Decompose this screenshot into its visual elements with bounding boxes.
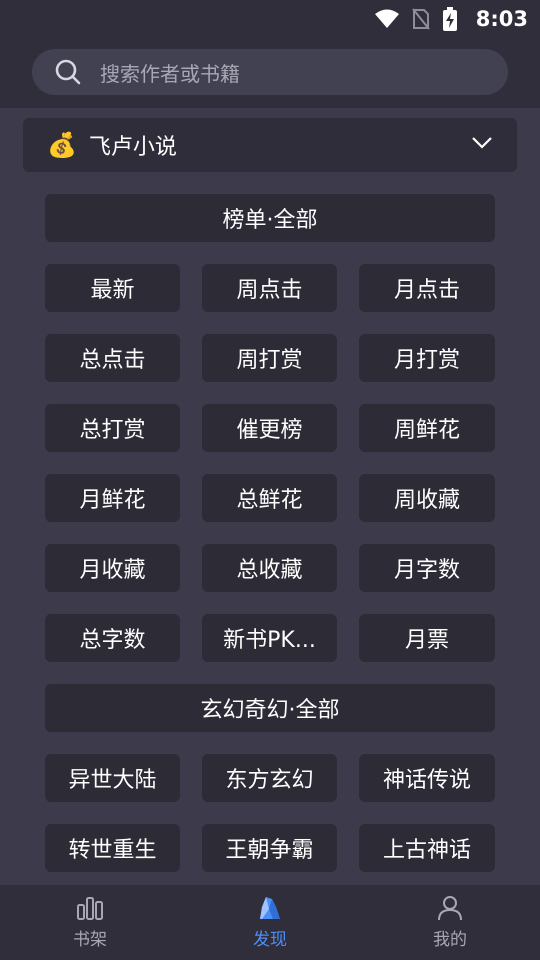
category-button[interactable]: 总打赏 bbox=[45, 404, 180, 452]
category-button[interactable]: 总收藏 bbox=[202, 544, 337, 592]
section-header-ranking[interactable]: 榜单·全部 bbox=[45, 194, 495, 242]
no-sim-icon bbox=[411, 8, 430, 30]
category-button[interactable]: 总字数 bbox=[45, 614, 180, 662]
category-button[interactable]: 新书PK... bbox=[202, 614, 337, 662]
category-button[interactable]: 月打赏 bbox=[359, 334, 495, 382]
nav-item-profile[interactable]: 我的 bbox=[360, 885, 540, 960]
category-button[interactable]: 最新 bbox=[45, 264, 180, 312]
header: 搜索作者或书籍 bbox=[0, 38, 540, 108]
category-button[interactable]: 总鲜花 bbox=[202, 474, 337, 522]
nav-item-discover[interactable]: 发现 bbox=[180, 885, 360, 960]
category-button[interactable]: 周收藏 bbox=[359, 474, 495, 522]
section-header-fantasy[interactable]: 玄幻奇幻·全部 bbox=[45, 684, 495, 732]
chevron-down-icon bbox=[472, 137, 492, 149]
category-button[interactable]: 周点击 bbox=[202, 264, 337, 312]
money-bag-icon: 💰 bbox=[47, 131, 77, 159]
nav-label: 发现 bbox=[253, 930, 287, 950]
category-button[interactable]: 上古神话 bbox=[359, 824, 495, 872]
status-time: 8:03 bbox=[475, 7, 528, 31]
category-button[interactable]: 王朝争霸 bbox=[202, 824, 337, 872]
nav-label: 我的 bbox=[433, 930, 467, 950]
category-button[interactable]: 催更榜 bbox=[202, 404, 337, 452]
source-selector[interactable]: 💰 飞卢小说 bbox=[23, 118, 517, 172]
category-button[interactable]: 异世大陆 bbox=[45, 754, 180, 802]
person-icon bbox=[438, 896, 462, 921]
category-button[interactable]: 月收藏 bbox=[45, 544, 180, 592]
wifi-icon bbox=[374, 9, 399, 28]
search-input[interactable]: 搜索作者或书籍 bbox=[32, 49, 508, 95]
category-button[interactable]: 总点击 bbox=[45, 334, 180, 382]
category-button[interactable]: 转世重生 bbox=[45, 824, 180, 872]
status-bar: 8:03 bbox=[0, 0, 540, 38]
category-button[interactable]: 月点击 bbox=[359, 264, 495, 312]
category-button[interactable]: 神话传说 bbox=[359, 754, 495, 802]
crystal-icon bbox=[260, 897, 280, 919]
nav-label: 书架 bbox=[73, 930, 107, 950]
category-button[interactable]: 东方玄幻 bbox=[202, 754, 337, 802]
bar-chart-icon bbox=[77, 897, 103, 920]
category-button[interactable]: 月票 bbox=[359, 614, 495, 662]
category-button[interactable]: 月鲜花 bbox=[45, 474, 180, 522]
category-button[interactable]: 周鲜花 bbox=[359, 404, 495, 452]
nav-item-bookshelf[interactable]: 书架 bbox=[0, 885, 180, 960]
search-placeholder: 搜索作者或书籍 bbox=[100, 61, 240, 86]
category-button[interactable]: 月字数 bbox=[359, 544, 495, 592]
search-icon bbox=[55, 59, 81, 85]
category-button[interactable]: 周打赏 bbox=[202, 334, 337, 382]
source-label: 飞卢小说 bbox=[88, 135, 177, 160]
bottom-nav: 书架 发现 我的 bbox=[0, 885, 540, 960]
battery-charging-icon bbox=[442, 7, 457, 31]
